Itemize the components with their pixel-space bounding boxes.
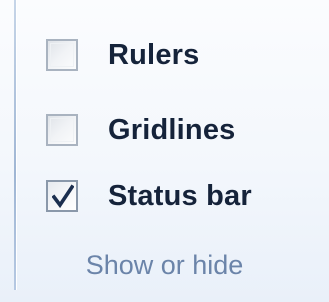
gridlines-checkbox-option[interactable]: Gridlines xyxy=(46,108,236,152)
checkbox-inner-frame xyxy=(50,43,74,67)
gridlines-checkbox[interactable] xyxy=(46,114,78,146)
gridlines-label[interactable]: Gridlines xyxy=(108,114,236,147)
checkbox-inner-frame xyxy=(50,118,74,142)
status-bar-label[interactable]: Status bar xyxy=(108,180,252,213)
rulers-checkbox[interactable] xyxy=(46,39,78,71)
status-bar-checkbox-option[interactable]: Status bar xyxy=(46,174,252,218)
status-bar-checkbox[interactable] xyxy=(46,180,78,212)
group-separator xyxy=(14,0,17,290)
checkmark-icon xyxy=(52,184,74,208)
show-or-hide-group: Rulers Gridlines Status bar Show or hide xyxy=(0,0,329,302)
group-title: Show or hide xyxy=(85,250,244,280)
rulers-label[interactable]: Rulers xyxy=(108,39,199,72)
rulers-checkbox-option[interactable]: Rulers xyxy=(46,33,199,77)
